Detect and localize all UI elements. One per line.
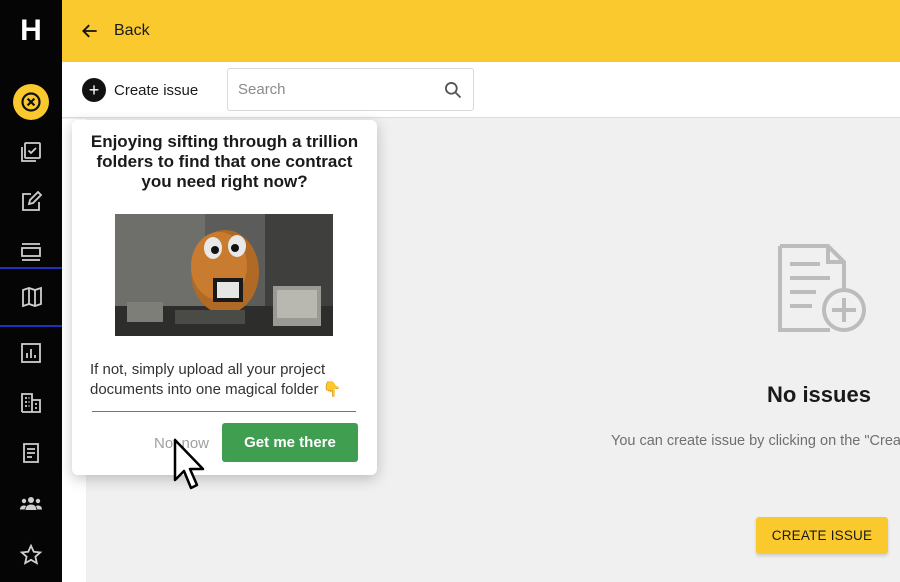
search-icon[interactable]	[443, 80, 463, 100]
sidebar: H	[0, 0, 66, 582]
bar-chart-icon	[21, 343, 41, 363]
empty-state-title: No issues	[767, 382, 871, 407]
sidebar-item-favorites[interactable]	[0, 530, 62, 580]
popover-title: Enjoying sifting through a trillion fold…	[90, 132, 359, 191]
top-bar: Back	[62, 0, 900, 62]
back-button[interactable]: Back	[80, 21, 150, 41]
sidebar-item-close[interactable]	[0, 77, 62, 127]
mouse-cursor-icon	[173, 438, 205, 490]
team-icon	[20, 497, 42, 510]
star-icon	[19, 543, 43, 565]
close-circle-icon	[13, 84, 49, 120]
document-icon	[23, 443, 39, 463]
building-icon	[21, 393, 41, 413]
promo-animation-image	[115, 214, 333, 336]
get-me-there-button[interactable]: Get me there	[222, 423, 358, 462]
map-icon	[22, 286, 42, 308]
sidebar-item-documents[interactable]	[0, 428, 62, 478]
checklist-icon	[21, 142, 41, 162]
sidebar-item-companies[interactable]	[0, 378, 62, 428]
create-issue-button[interactable]: + Create issue	[82, 78, 198, 102]
plus-icon: +	[82, 78, 106, 102]
sidebar-item-tasks[interactable]	[0, 127, 62, 177]
sidebar-item-edit[interactable]	[0, 177, 62, 227]
sidebar-item-map[interactable]	[0, 267, 66, 327]
toolbar: + Create issue	[62, 62, 900, 118]
edit-icon	[22, 190, 43, 211]
promo-popover: Enjoying sifting through a trillion fold…	[72, 120, 377, 475]
search-box	[227, 68, 474, 111]
popover-divider	[92, 411, 356, 412]
popover-body: If not, simply upload all your project d…	[90, 361, 342, 398]
create-issue-cta-button[interactable]: CREATE ISSUE	[756, 517, 888, 554]
empty-state-description: You can create issue by clicking on the …	[611, 433, 900, 449]
sidebar-item-reports[interactable]	[0, 328, 62, 378]
app-logo[interactable]: H	[0, 0, 62, 62]
arrow-left-icon	[82, 24, 97, 38]
empty-document-add-icon	[778, 244, 866, 332]
list-icon	[21, 243, 41, 261]
sidebar-item-team[interactable]	[0, 478, 62, 528]
back-label: Back	[114, 22, 150, 39]
create-issue-label: Create issue	[114, 81, 199, 99]
search-input[interactable]	[228, 69, 438, 110]
